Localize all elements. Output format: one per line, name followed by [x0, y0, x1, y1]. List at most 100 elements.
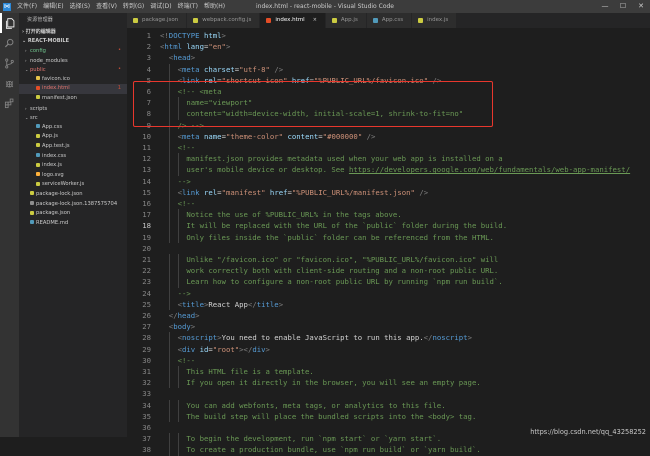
code-token: >: [467, 333, 473, 343]
indent-guide: [177, 444, 179, 456]
tab-label: index.js: [427, 17, 449, 23]
menu-item[interactable]: 文件(F): [14, 0, 40, 13]
line-number: 10: [142, 131, 151, 141]
code-line: 35 The build step will place the bundled …: [127, 410, 650, 422]
code-text: <!--: [178, 355, 196, 366]
menu-item[interactable]: 查看(V): [93, 0, 120, 13]
tab-label: webpack.config.js: [202, 17, 252, 23]
code-line: 28 <noscript>You need to enable JavaScrip…: [127, 332, 650, 344]
tree-file[interactable]: package-lock.json: [19, 190, 127, 200]
tree-folder[interactable]: ⌄ public •: [19, 65, 127, 75]
tree-file[interactable]: App.js: [19, 132, 127, 142]
code-token: "theme-color": [225, 131, 284, 141]
search-button[interactable]: [0, 33, 19, 53]
tree-file[interactable]: index.html 1: [19, 84, 127, 94]
close-tab-icon[interactable]: ×: [313, 13, 317, 28]
tree-item-label: package-lock.json: [36, 190, 83, 197]
tree-item-label: package-lock.json.1387575704: [36, 200, 118, 207]
tab-index-js[interactable]: index.js: [412, 13, 458, 28]
indent-guide: [177, 153, 179, 165]
tree-folder[interactable]: › config •: [19, 46, 127, 56]
tab-index-html[interactable]: index.html ×: [260, 13, 326, 28]
code-line: 11 <!--: [127, 142, 650, 154]
code-text: <meta name="theme-color" content="#00000…: [178, 131, 376, 142]
indent-guide: [168, 377, 170, 389]
menu-item[interactable]: 转到(G): [120, 0, 147, 13]
scrollbar[interactable]: [644, 28, 650, 437]
debug-button[interactable]: [0, 73, 19, 93]
code-line: 14 -->: [127, 175, 650, 187]
tab-package-json[interactable]: package.json: [127, 13, 188, 28]
line-number: 2: [146, 42, 151, 52]
code-text: <!--: [178, 142, 196, 153]
extensions-button[interactable]: [0, 93, 19, 113]
code-text: It will be replaced with the URL of the …: [186, 220, 507, 231]
tree-file[interactable]: manifest.json: [19, 94, 127, 104]
tree-file[interactable]: serviceWorker.js: [19, 180, 127, 190]
tree-file[interactable]: index.js: [19, 161, 127, 171]
code-token: >: [278, 299, 284, 309]
source-control-button[interactable]: [0, 53, 19, 73]
menu-item[interactable]: 帮助(H): [201, 0, 228, 13]
code-token: If you open it directly in the browser, …: [186, 378, 481, 388]
code-text: This HTML file is a template.: [186, 366, 313, 377]
tab-label: package.json: [142, 17, 179, 23]
explorer-button[interactable]: [0, 13, 19, 33]
line-number: 1: [146, 31, 151, 40]
tree-file[interactable]: package-lock.json.1387575704: [19, 200, 127, 210]
tree-file[interactable]: favicon.ico: [19, 75, 127, 85]
tree-file[interactable]: logo.svg: [19, 171, 127, 181]
tree-file[interactable]: App.css: [19, 123, 127, 133]
tree-folder[interactable]: ⌄ src: [19, 113, 127, 123]
tab-label: App.js: [340, 17, 358, 23]
tree-folder[interactable]: › scripts: [19, 104, 127, 114]
js-file-icon: [36, 143, 40, 148]
tree-file[interactable]: README.md: [19, 219, 127, 229]
tree-file[interactable]: index.css: [19, 152, 127, 162]
menu-item[interactable]: 终端(T): [175, 0, 201, 13]
code-token: noscript: [182, 333, 218, 343]
menu-item[interactable]: 调试(D): [147, 0, 174, 13]
open-editors-section[interactable]: › 打开的编辑器: [19, 28, 127, 37]
code-line: 13 user's mobile device or desktop. See h…: [127, 164, 650, 176]
code-text: manifest.json provides metadata used whe…: [186, 153, 502, 164]
tab-label: App.css: [381, 17, 404, 23]
indent-guide: [168, 265, 170, 277]
code-text: To create a production bundle, use `npm …: [186, 444, 480, 455]
indent-guide: [168, 142, 170, 154]
close-button[interactable]: ✕: [632, 0, 650, 13]
code-token: title: [256, 299, 279, 309]
code-text: -->: [178, 176, 191, 187]
minimize-button[interactable]: —: [596, 0, 614, 13]
files-icon: [5, 17, 15, 29]
code-token: html: [203, 31, 222, 40]
indent-guide: [168, 332, 170, 344]
tab-webpack-config-js[interactable]: webpack.config.js: [187, 13, 261, 28]
tab-app-js[interactable]: App.js: [325, 13, 367, 28]
menu-item[interactable]: 选择(S): [67, 0, 94, 13]
code-token: It will be replaced with the URL of the …: [186, 221, 508, 231]
indent-guide: [177, 366, 179, 378]
menu-item[interactable]: 编辑(E): [40, 0, 66, 13]
tree-file[interactable]: App.test.js: [19, 142, 127, 152]
code-token: >: [190, 322, 196, 332]
line-number: 12: [142, 154, 151, 164]
tree-file[interactable]: package.json: [19, 209, 127, 219]
svg-file-icon: [36, 172, 40, 177]
tab-app-css[interactable]: App.css: [366, 13, 413, 28]
indent-guide: [168, 254, 170, 266]
code-line: 4 <meta charset="utf-8" />: [127, 63, 650, 75]
code-line: 2 <html lang="en">: [127, 41, 650, 52]
maximize-button[interactable]: ☐: [614, 0, 632, 13]
indent-guide: [168, 410, 170, 422]
code-token: html: [164, 42, 182, 52]
code-token: rel: [203, 187, 218, 197]
project-section[interactable]: ⌄ REACT-MOBILE: [19, 37, 127, 46]
code-line: 33: [127, 388, 650, 399]
code-token[interactable]: https://developers.google.com/web/fundam…: [349, 165, 630, 174]
line-number: 29: [142, 344, 151, 354]
tree-item-label: serviceWorker.js: [42, 181, 85, 188]
code-token: You can add webfonts, meta tags, or anal…: [186, 400, 446, 410]
tree-folder[interactable]: › node_modules: [19, 56, 127, 66]
activity-bar: [0, 13, 19, 437]
